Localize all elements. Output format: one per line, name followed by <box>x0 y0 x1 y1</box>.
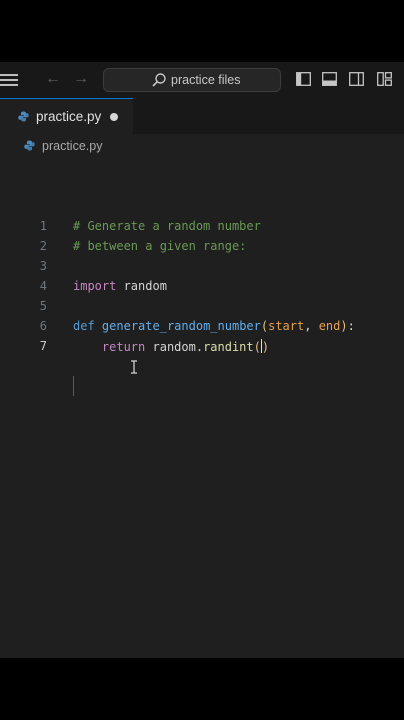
toggle-panel-icon[interactable] <box>322 72 337 86</box>
line-number: 7 <box>39 339 47 353</box>
code-token: # between a given range: <box>73 239 247 253</box>
code-token: return <box>101 340 146 354</box>
code-line[interactable]: 4 import random <box>0 276 404 296</box>
code-line[interactable]: 5 <box>0 296 404 316</box>
forward-arrow-icon[interactable]: → <box>73 70 89 88</box>
code-line[interactable]: 3 <box>0 256 404 276</box>
title-bar: ← → practice files <box>0 62 404 98</box>
code-token: import <box>73 279 117 293</box>
line-number: 6 <box>39 319 47 333</box>
code-token: ) <box>340 319 348 333</box>
line-number: 4 <box>39 279 47 293</box>
breadcrumb: practice.py <box>0 134 404 156</box>
line-number: 5 <box>39 299 47 313</box>
code-token: random <box>116 279 167 293</box>
code-token: # Generate a random number <box>73 219 261 233</box>
line-number: 2 <box>39 239 47 253</box>
code-token: def <box>73 319 95 333</box>
code-line[interactable]: 2 # between a given range: <box>0 236 404 256</box>
editor-window: ← → practice files practice.py practice.… <box>0 62 404 658</box>
code-token: end <box>318 319 341 333</box>
code-line[interactable]: 6 def generate_random_number(start, end): <box>0 316 404 336</box>
code-text: def generate_random_number(start, end): <box>73 319 355 333</box>
text-cursor-icon <box>131 360 137 374</box>
tab-bar: practice.py <box>0 98 404 134</box>
line-number: 3 <box>39 259 47 273</box>
python-file-icon <box>24 140 35 151</box>
code-line[interactable]: 1 # Generate a random number <box>0 216 404 236</box>
code-text: # Generate a random number <box>73 219 261 233</box>
code-token: generate_random_number <box>101 319 261 333</box>
customize-layout-icon[interactable] <box>377 72 392 86</box>
code-text: # between a given range: <box>73 239 246 253</box>
code-token: ) <box>261 340 270 354</box>
hamburger-menu-icon[interactable] <box>0 74 18 86</box>
code-editor[interactable]: 1 # Generate a random number 2 # between a … <box>0 156 404 658</box>
search-text: practice files <box>171 73 241 87</box>
command-center-search[interactable]: practice files <box>103 68 281 92</box>
indent-guide <box>73 376 74 396</box>
code-token: , <box>304 319 319 333</box>
unsaved-changes-dot-icon[interactable] <box>110 113 118 121</box>
code-text: import random <box>73 279 167 293</box>
tab-practice-py[interactable]: practice.py <box>0 98 133 134</box>
toggle-secondary-sidebar-icon[interactable] <box>349 72 364 86</box>
toggle-primary-sidebar-icon[interactable] <box>296 72 311 86</box>
breadcrumb-file[interactable]: practice.py <box>42 139 102 153</box>
code-token: ( <box>253 340 261 354</box>
line-number: 1 <box>39 219 47 233</box>
tab-label: practice.py <box>36 109 102 124</box>
code-text: return random.randint() <box>73 339 269 354</box>
code-token: : <box>347 319 355 333</box>
code-token: start <box>268 319 305 333</box>
search-icon <box>152 73 166 87</box>
code-line[interactable]: 7 return random.randint() <box>0 336 404 356</box>
python-file-icon <box>18 111 29 122</box>
code-token: randint <box>203 340 254 354</box>
code-token: random. <box>145 340 204 354</box>
back-arrow-icon[interactable]: ← <box>45 70 61 88</box>
